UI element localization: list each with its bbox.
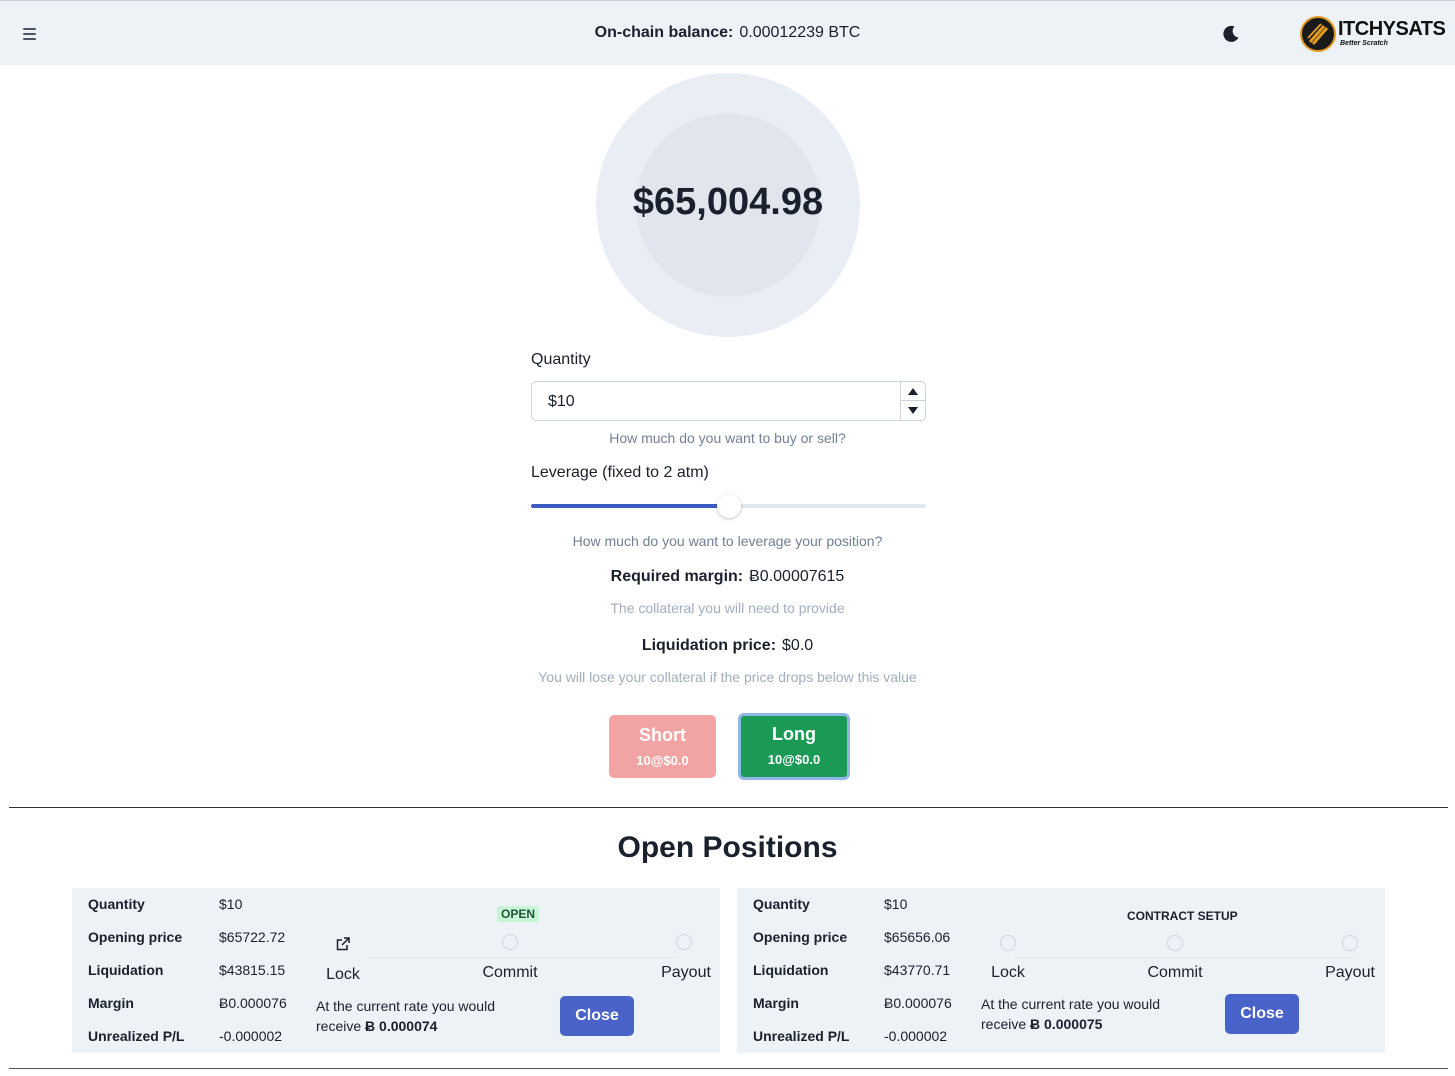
short-sub: 10@$0.0 (636, 753, 689, 768)
margin-helper: The collateral you will need to provide (610, 600, 845, 616)
progress-line (1015, 957, 1355, 958)
liquidation-label: Liquidation (753, 962, 829, 978)
margin-value: Ƀ0.00007615 (749, 568, 845, 585)
arrow-up-icon (908, 387, 918, 395)
logo-text: ITCHYSATS (1338, 18, 1446, 40)
decrement-button[interactable] (901, 401, 925, 420)
top-bar: On-chain balance: 0.00012239 BTC ITCHYSAT… (0, 0, 1455, 65)
long-button[interactable]: Long 10@$0.0 (738, 713, 850, 780)
liquidation-label: Liquidation (88, 962, 164, 978)
leverage-label: Leverage (fixed to 2 atm) (531, 464, 709, 481)
receive-info: At the current rate you would receive Ƀ … (981, 994, 1191, 1034)
liquidation-value: $43815.15 (219, 962, 286, 978)
payout-step-dot (1342, 935, 1358, 951)
external-link-icon[interactable] (335, 936, 351, 952)
quantity-helper: How much do you want to buy or sell? (609, 430, 846, 446)
logo-tagline: Better Scratch (1340, 40, 1388, 47)
opening-price-label: Opening price (753, 929, 848, 945)
open-positions-title: Open Positions (617, 831, 838, 864)
moon-icon[interactable] (1219, 22, 1243, 46)
liquidation-label: Liquidation price: (641, 637, 777, 654)
liquidation-helper: You will lose your collateral if the pri… (538, 669, 917, 685)
close-button[interactable]: Close (1225, 994, 1299, 1034)
margin-value: Ƀ0.000076 (219, 995, 287, 1011)
leverage-slider-fill (531, 504, 729, 508)
commit-step-dot (502, 934, 518, 950)
quantity-label: Quantity (88, 896, 145, 912)
balance-label: On-chain balance: (594, 24, 734, 41)
quantity-label: Quantity (531, 351, 591, 368)
logo-mark (1300, 16, 1336, 52)
opening-price-value: $65722.72 (219, 929, 286, 945)
commit-step-dot (1167, 935, 1183, 951)
margin-label: Margin (88, 995, 134, 1011)
leverage-slider-thumb[interactable] (716, 494, 741, 518)
liquidation-value: $43770.71 (884, 962, 951, 978)
pnl-label: Unrealized P/L (753, 1028, 850, 1044)
pnl-value: -0.000002 (884, 1028, 948, 1044)
short-button[interactable]: Short 10@$0.0 (609, 715, 716, 778)
pnl-value: -0.000002 (219, 1028, 283, 1044)
pnl-label: Unrealized P/L (88, 1028, 185, 1044)
receive-amount: Ƀ 0.000075 (1030, 1016, 1103, 1032)
lock-step-label: Lock (991, 964, 1025, 981)
payout-step-dot (676, 934, 692, 950)
quantity-stepper[interactable] (900, 382, 925, 420)
opening-price-value: $65656.06 (884, 929, 951, 945)
margin-value: Ƀ0.000076 (884, 995, 952, 1011)
status-badge: CONTRACT SETUP (1127, 909, 1238, 923)
quantity-value: $10 (884, 896, 908, 912)
quantity-label: Quantity (753, 896, 810, 912)
arrow-down-icon (908, 407, 918, 414)
progress-line (368, 957, 678, 958)
leverage-slider[interactable] (531, 494, 926, 518)
liquidation-value: $0.0 (782, 637, 814, 654)
long-sub: 10@$0.0 (767, 752, 821, 767)
liquidation-price: Liquidation price: $0.0 (0, 637, 1455, 655)
commit-step-label: Commit (1147, 964, 1203, 981)
short-label: Short (639, 725, 686, 745)
receive-info: At the current rate you would receive Ƀ … (316, 996, 526, 1036)
quantity-value: $10 (219, 896, 243, 912)
section-divider (9, 807, 1448, 808)
status-badge: OPEN (497, 906, 540, 922)
itchysats-logo[interactable]: ITCHYSATS Better Scratch (1298, 15, 1446, 55)
lock-step-dot (1000, 935, 1016, 951)
lock-step-label: Lock (326, 966, 360, 983)
payout-step-label: Payout (1325, 964, 1375, 981)
btc-price: $65,004.98 (632, 181, 824, 223)
balance-value: 0.00012239 BTC (739, 24, 861, 41)
close-button[interactable]: Close (560, 996, 634, 1036)
position-card: Quantity $10 Opening price $65656.06 Liq… (737, 888, 1385, 1053)
quantity-value: $10 (548, 393, 575, 410)
payout-step-label: Payout (661, 964, 711, 981)
margin-label: Required margin: (610, 568, 744, 585)
position-card: Quantity $10 Opening price $65722.72 Liq… (72, 888, 720, 1053)
opening-price-label: Opening price (88, 929, 183, 945)
increment-button[interactable] (901, 382, 925, 401)
receive-amount: Ƀ 0.000074 (365, 1018, 438, 1034)
bottom-divider (9, 1068, 1448, 1069)
margin-label: Margin (753, 995, 799, 1011)
leverage-helper: How much do you want to leverage your po… (572, 533, 883, 549)
commit-step-label: Commit (482, 964, 538, 981)
required-margin: Required margin: Ƀ0.00007615 (0, 568, 1455, 586)
quantity-input[interactable]: $10 (531, 381, 926, 421)
long-label: Long (772, 724, 816, 744)
